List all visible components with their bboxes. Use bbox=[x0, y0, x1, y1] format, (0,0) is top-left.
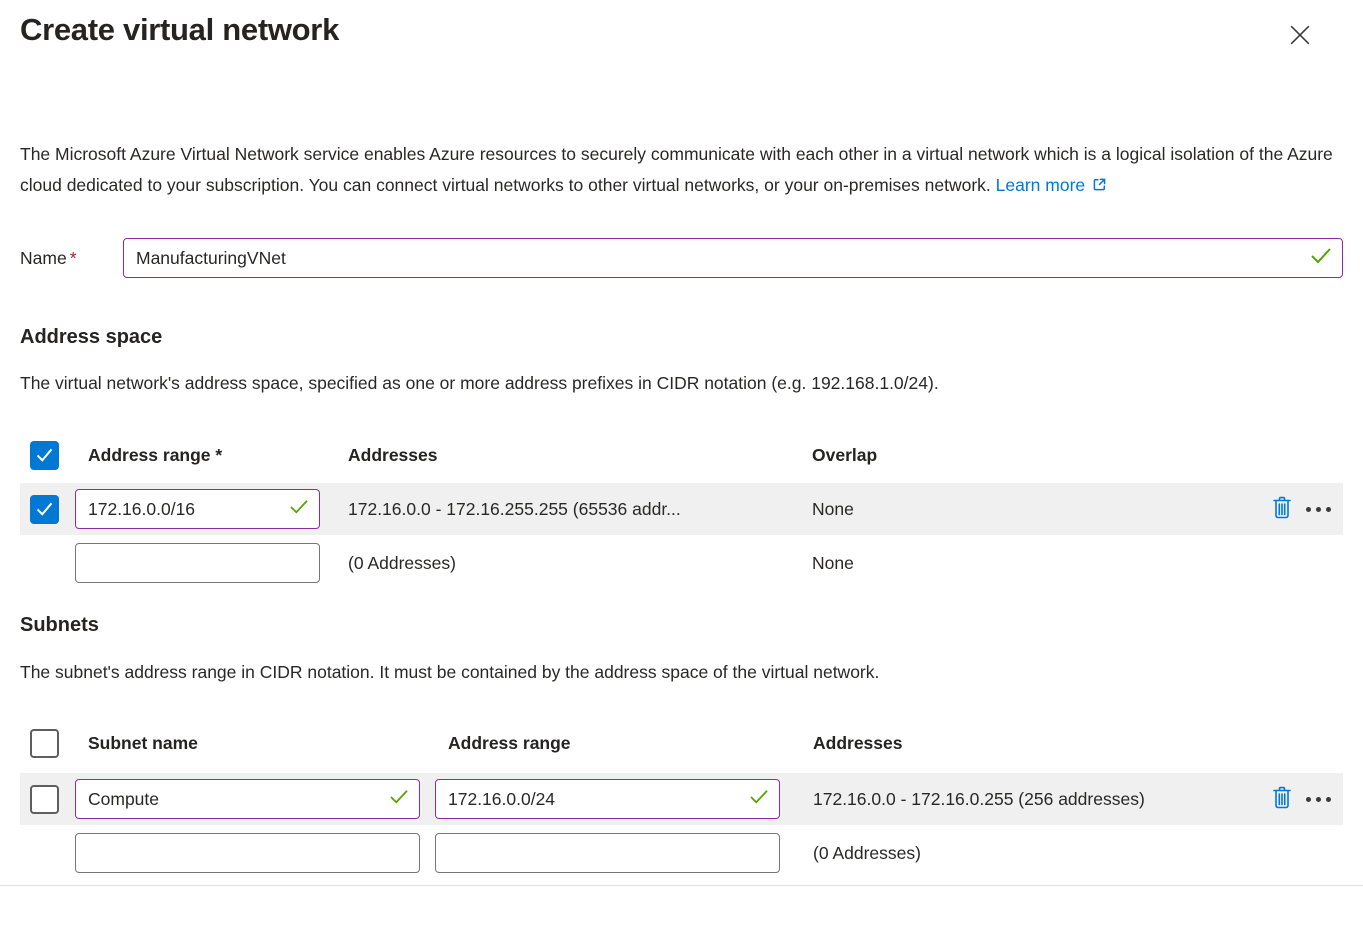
subnet-name-input-empty[interactable] bbox=[75, 833, 420, 873]
address-space-heading: Address space bbox=[20, 326, 1343, 349]
close-button[interactable] bbox=[1285, 20, 1315, 53]
more-options-button[interactable] bbox=[1306, 507, 1331, 512]
address-space-row: 172.16.0.0 - 172.16.255.255 (65536 addr.… bbox=[20, 483, 1343, 535]
ellipsis-icon bbox=[1306, 507, 1331, 512]
column-header-address-range: Address range bbox=[435, 733, 813, 754]
external-link-icon bbox=[1091, 177, 1108, 197]
row-checkbox[interactable] bbox=[30, 785, 59, 814]
addresses-value: 172.16.0.0 - 172.16.0.255 (256 addresses… bbox=[813, 789, 1251, 810]
delete-row-button[interactable] bbox=[1271, 495, 1293, 523]
select-all-checkbox[interactable] bbox=[30, 729, 59, 758]
page-title: Create virtual network bbox=[20, 8, 339, 52]
subnet-row: 172.16.0.0 - 172.16.0.255 (256 addresses… bbox=[20, 773, 1343, 825]
select-all-cell bbox=[20, 729, 75, 758]
column-header-overlap: Overlap bbox=[812, 445, 1251, 466]
create-virtual-network-blade: Create virtual network The Microsoft Azu… bbox=[0, 0, 1363, 950]
address-range-input-empty[interactable] bbox=[75, 543, 320, 583]
trash-icon bbox=[1271, 785, 1293, 813]
subnet-empty-row: (0 Addresses) bbox=[20, 825, 1343, 881]
more-options-button[interactable] bbox=[1306, 797, 1331, 802]
subnet-name-input[interactable] bbox=[75, 779, 420, 819]
learn-more-link[interactable]: Learn more bbox=[996, 175, 1086, 195]
ellipsis-icon bbox=[1306, 797, 1331, 802]
select-all-cell bbox=[20, 441, 75, 470]
subnets-table: Subnet name Address range Addresses bbox=[20, 713, 1343, 886]
required-asterisk: * bbox=[70, 248, 77, 268]
addresses-value: (0 Addresses) bbox=[348, 553, 812, 574]
close-icon bbox=[1289, 34, 1311, 49]
titlebar: Create virtual network bbox=[20, 8, 1343, 53]
column-header-address-range: Address range * bbox=[75, 445, 348, 466]
intro-text: The Microsoft Azure Virtual Network serv… bbox=[20, 144, 1333, 195]
overlap-value: None bbox=[812, 553, 1251, 574]
subnets-description: The subnet's address range in CIDR notat… bbox=[20, 662, 1343, 683]
name-input[interactable] bbox=[123, 238, 1343, 278]
subnets-heading: Subnets bbox=[20, 614, 1343, 637]
trash-icon bbox=[1271, 495, 1293, 523]
row-checkbox[interactable] bbox=[30, 495, 59, 524]
intro-paragraph: The Microsoft Azure Virtual Network serv… bbox=[20, 139, 1342, 202]
subnets-header-row: Subnet name Address range Addresses bbox=[20, 713, 1343, 773]
addresses-value: 172.16.0.0 - 172.16.255.255 (65536 addr.… bbox=[348, 499, 812, 520]
delete-row-button[interactable] bbox=[1271, 785, 1293, 813]
select-all-checkbox[interactable] bbox=[30, 441, 59, 470]
address-space-description: The virtual network's address space, spe… bbox=[20, 373, 1343, 394]
address-space-empty-row: (0 Addresses) None bbox=[20, 535, 1343, 591]
addresses-value: (0 Addresses) bbox=[813, 843, 1251, 864]
column-header-subnet-name: Subnet name bbox=[75, 733, 435, 754]
name-label: Name* bbox=[20, 248, 123, 269]
column-header-addresses: Addresses bbox=[813, 733, 1251, 754]
address-space-header-row: Address range * Addresses Overlap bbox=[20, 427, 1343, 483]
name-input-wrap bbox=[123, 238, 1343, 278]
name-field-row: Name* bbox=[20, 238, 1343, 278]
address-range-input[interactable] bbox=[75, 489, 320, 529]
address-space-table: Address range * Addresses Overlap 172.16… bbox=[20, 427, 1343, 591]
overlap-value: None bbox=[812, 499, 1251, 520]
bottom-separator bbox=[0, 885, 1363, 886]
subnet-address-range-input[interactable] bbox=[435, 779, 780, 819]
subnet-address-range-input-empty[interactable] bbox=[435, 833, 780, 873]
column-header-addresses: Addresses bbox=[348, 445, 812, 466]
